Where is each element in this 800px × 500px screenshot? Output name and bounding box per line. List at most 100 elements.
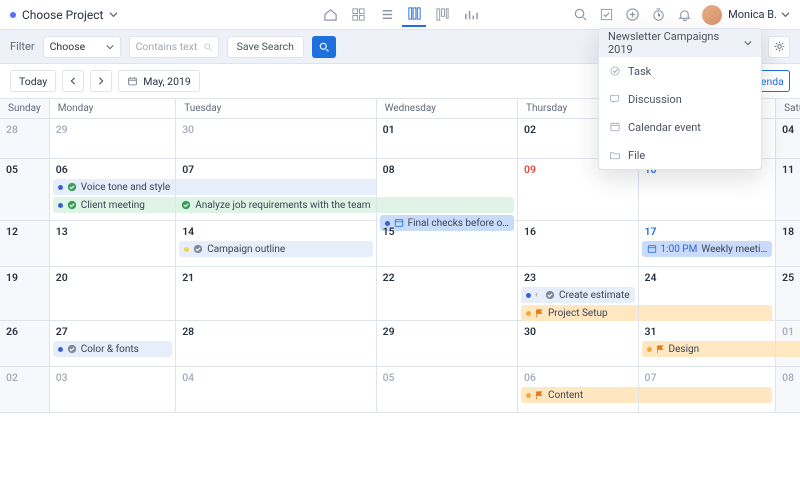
calendar-cell[interactable]: 08 Final checks before o… <box>377 159 518 221</box>
calendar-cell[interactable]: 03 <box>50 367 176 413</box>
dropdown-item-calendar[interactable]: Calendar event <box>599 113 761 141</box>
calendar-cell[interactable]: 23 ‹ Create estimate Project Setup <box>518 267 639 321</box>
filter-bar: Filter Choose Contains text Save Search … <box>0 30 800 64</box>
calendar-cell[interactable]: 31 Design <box>639 321 777 367</box>
dayhead-wed: Wednesday <box>377 99 518 119</box>
calendar-cell[interactable]: 24 <box>639 267 777 321</box>
check-icon <box>67 200 77 210</box>
calendar-cell[interactable]: 19 <box>0 267 50 321</box>
event-campaign-outline[interactable]: Campaign outline <box>179 241 372 257</box>
calendar-view-icon[interactable] <box>402 3 426 27</box>
search-icon <box>203 42 213 52</box>
file-icon <box>608 149 621 162</box>
calendar-cell[interactable]: 07 <box>639 367 777 413</box>
tasks-icon[interactable] <box>594 3 618 27</box>
view-switcher <box>318 3 482 27</box>
calendar-cell[interactable]: 11 <box>776 159 800 221</box>
calendar-cell[interactable]: 05 <box>0 159 50 221</box>
project-picker[interactable]: Choose Project <box>10 8 118 22</box>
event-continuation[interactable] <box>377 197 514 213</box>
calendar-cell[interactable]: 30 <box>176 119 376 159</box>
event-continuation[interactable] <box>776 341 800 357</box>
event-continuation[interactable] <box>176 179 375 195</box>
avatar[interactable] <box>702 5 722 25</box>
board-view-icon[interactable] <box>430 3 454 27</box>
calendar-cell[interactable]: 02 <box>0 367 50 413</box>
check-icon <box>67 344 77 354</box>
today-button[interactable]: Today <box>10 70 56 92</box>
calendar-cell[interactable]: 06 Voice tone and style Client meeting <box>50 159 176 221</box>
calendar-cell[interactable]: 30 <box>518 321 639 367</box>
reports-icon[interactable] <box>458 3 482 27</box>
event-weekly-meeting[interactable]: 1:00 PM Weekly meeti… <box>642 241 773 257</box>
event-project-setup[interactable]: Project Setup <box>521 305 638 321</box>
bell-icon[interactable] <box>672 3 696 27</box>
calendar-cell[interactable]: 13 <box>50 221 176 267</box>
settings-button[interactable] <box>768 36 790 58</box>
calendar-cell[interactable]: 27 Color & fonts <box>50 321 176 367</box>
calendar-cell[interactable]: 18 <box>776 221 800 267</box>
calendar-cell[interactable]: 06 Content <box>518 367 639 413</box>
filter-select-label: Choose <box>50 40 86 53</box>
calendar-cell[interactable]: 05 <box>377 367 518 413</box>
home-icon[interactable] <box>318 3 342 27</box>
calendar-cell[interactable]: 16 <box>518 221 639 267</box>
filter-label: Filter <box>10 40 35 53</box>
chevron-down-icon <box>106 43 114 51</box>
calendar-cell[interactable]: 12 <box>0 221 50 267</box>
filter-search-input[interactable]: Contains text <box>129 36 219 58</box>
calendar-cell[interactable]: 07 Analyze job requirements with the tea… <box>176 159 376 221</box>
search-icon[interactable] <box>568 3 592 27</box>
timer-icon[interactable] <box>646 3 670 27</box>
dayhead-sat: Saturday <box>776 99 800 119</box>
calendar-cell[interactable]: 29 <box>50 119 176 159</box>
event-voice-tone[interactable]: Voice tone and style <box>53 179 175 195</box>
calendar-cell[interactable]: 26 <box>0 321 50 367</box>
add-icon[interactable] <box>620 3 644 27</box>
event-content[interactable]: Content <box>521 387 638 403</box>
topbar-right: Monica B. <box>568 3 790 27</box>
calendar-cell[interactable]: 14 Campaign outline <box>176 221 376 267</box>
calendar-cell[interactable]: 04 <box>176 367 376 413</box>
event-continuation[interactable] <box>639 305 773 321</box>
next-button[interactable] <box>90 70 112 92</box>
dropdown-item-task[interactable]: Task <box>599 57 761 85</box>
calendar-cell[interactable]: 25 <box>776 267 800 321</box>
chevron-down-icon[interactable] <box>781 10 790 19</box>
flag-icon <box>535 309 544 318</box>
event-color-fonts[interactable]: Color & fonts <box>53 341 172 357</box>
filter-select[interactable]: Choose <box>43 36 121 58</box>
calendar-cell[interactable]: 01 <box>776 321 800 367</box>
calendar-cell[interactable]: 08 <box>776 367 800 413</box>
check-icon <box>181 200 191 210</box>
event-design[interactable]: Design <box>642 341 776 357</box>
calendar-cell[interactable]: 04 <box>776 119 800 159</box>
dropdown-item-discussion[interactable]: Discussion <box>599 85 761 113</box>
calendar-cell[interactable]: 29 <box>377 321 518 367</box>
save-search-button[interactable]: Save Search <box>227 36 304 58</box>
saved-searches-button[interactable] <box>312 36 336 58</box>
calendar-cell[interactable]: 21 <box>176 267 376 321</box>
event-dot <box>58 185 63 190</box>
list-view-icon[interactable] <box>374 3 398 27</box>
prev-button[interactable] <box>62 70 84 92</box>
calendar-icon <box>127 76 138 87</box>
grid-view-icon[interactable] <box>346 3 370 27</box>
calendar-cell[interactable]: 22 <box>377 267 518 321</box>
event-client-meeting[interactable]: Client meeting <box>53 197 175 213</box>
add-dropdown: Newsletter Campaigns 2019 Task Discussio… <box>598 28 762 170</box>
calendar-cell[interactable]: 20 <box>50 267 176 321</box>
calendar-cell[interactable]: 15 <box>377 221 518 267</box>
dropdown-item-file[interactable]: File <box>599 141 761 169</box>
month-picker[interactable]: May, 2019 <box>118 70 200 92</box>
event-continuation[interactable] <box>639 387 773 403</box>
calendar-cell[interactable]: 01 <box>377 119 518 159</box>
dropdown-header[interactable]: Newsletter Campaigns 2019 <box>599 29 761 57</box>
project-label: Choose Project <box>22 8 103 22</box>
calendar-cell[interactable]: 17 1:00 PM Weekly meeti… <box>639 221 777 267</box>
dayhead-mon: Monday <box>50 99 176 119</box>
calendar-cell[interactable]: 28 <box>0 119 50 159</box>
calendar-cell[interactable]: 28 <box>176 321 376 367</box>
event-analyze[interactable]: Analyze job requirements with the team <box>176 197 375 213</box>
event-create-estimate[interactable]: ‹ Create estimate <box>521 287 635 303</box>
